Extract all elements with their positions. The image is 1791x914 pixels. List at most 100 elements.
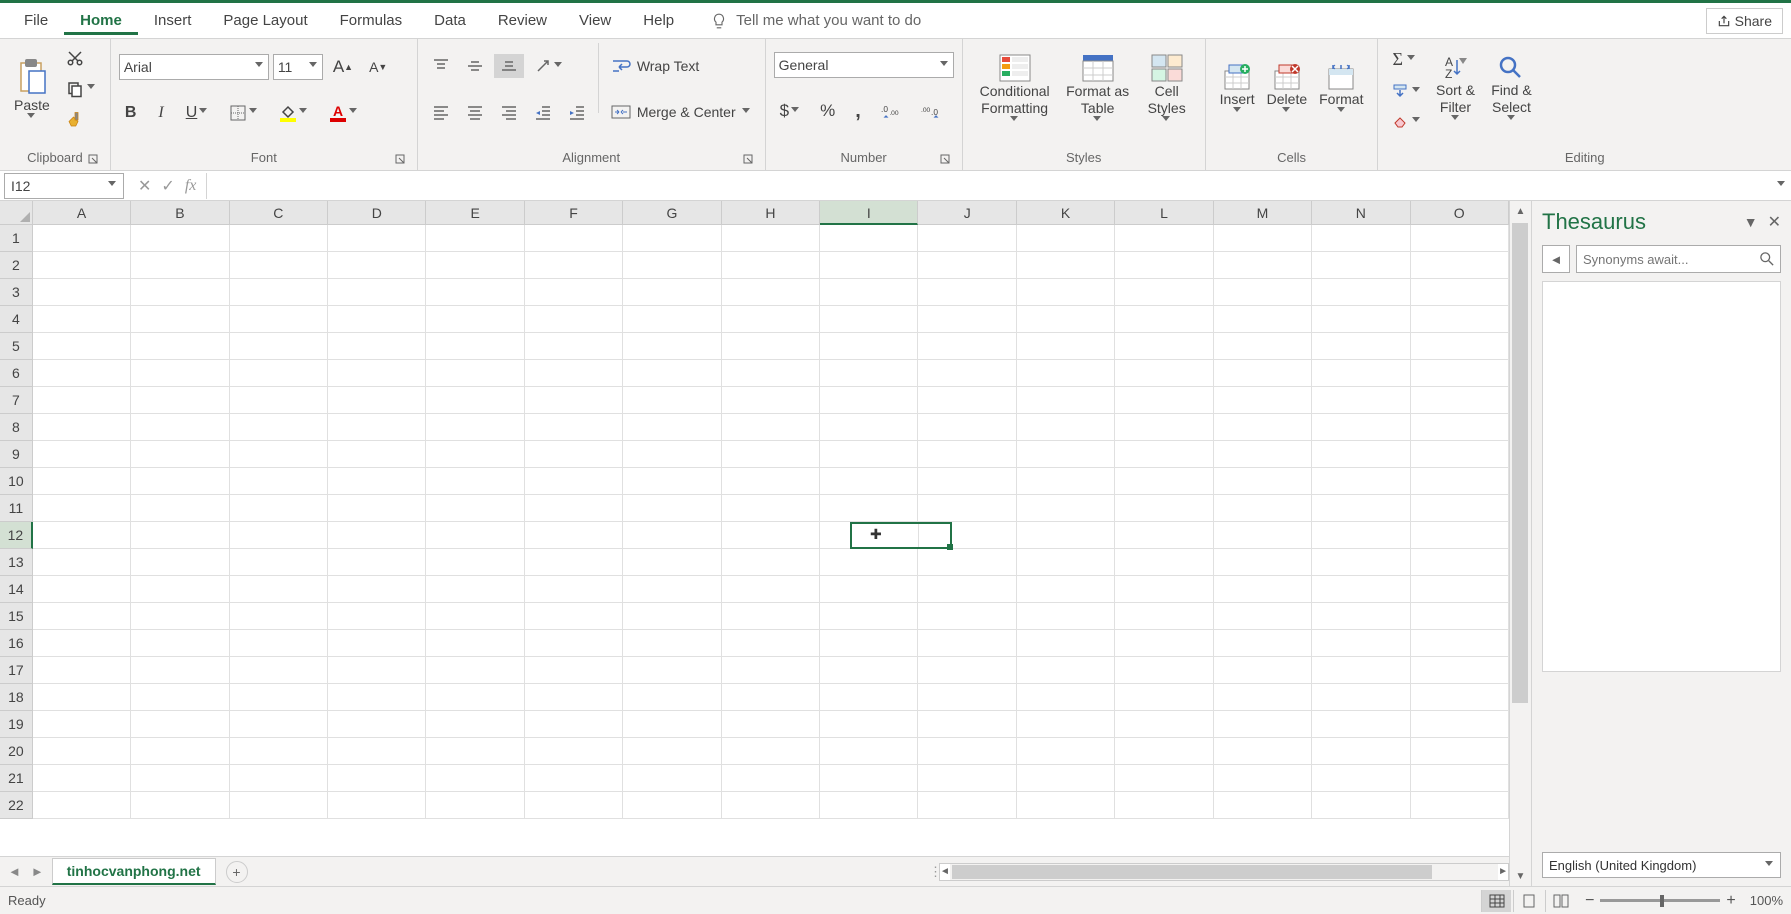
increase-font-button[interactable]: A▲ [327,54,359,80]
cell-N11[interactable] [1312,495,1410,522]
cell-A18[interactable] [33,684,131,711]
cell-E9[interactable] [426,441,524,468]
col-header-J[interactable]: J [918,201,1016,225]
menu-home[interactable]: Home [64,6,138,35]
cell-A8[interactable] [33,414,131,441]
cell-F7[interactable] [525,387,623,414]
sheet-tab[interactable]: tinhocvanphong.net [52,858,216,885]
cell-A19[interactable] [33,711,131,738]
cell-E21[interactable] [426,765,524,792]
cell-K13[interactable] [1017,549,1115,576]
cancel-formula-button[interactable]: ✕ [138,176,151,196]
cell-K14[interactable] [1017,576,1115,603]
cell-O17[interactable] [1411,657,1509,684]
cell-H15[interactable] [722,603,820,630]
cell-I14[interactable] [820,576,918,603]
row-header-11[interactable]: 11 [0,495,33,522]
cell-L19[interactable] [1115,711,1213,738]
cell-N1[interactable] [1312,225,1410,252]
cell-N21[interactable] [1312,765,1410,792]
cell-H13[interactable] [722,549,820,576]
menu-data[interactable]: Data [418,6,482,35]
cell-I17[interactable] [820,657,918,684]
row-header-2[interactable]: 2 [0,252,33,279]
cell-A21[interactable] [33,765,131,792]
cell-M15[interactable] [1214,603,1312,630]
cell-G22[interactable] [623,792,721,819]
align-center-button[interactable] [460,100,490,124]
cell-F13[interactable] [525,549,623,576]
cut-button[interactable] [60,46,102,70]
cell-E17[interactable] [426,657,524,684]
cell-D4[interactable] [328,306,426,333]
cell-N2[interactable] [1312,252,1410,279]
cell-B13[interactable] [131,549,229,576]
cell-H9[interactable] [722,441,820,468]
cell-M22[interactable] [1214,792,1312,819]
cell-L17[interactable] [1115,657,1213,684]
font-color-button[interactable]: A [324,101,364,125]
cell-L1[interactable] [1115,225,1213,252]
cell-C11[interactable] [230,495,328,522]
cell-G21[interactable] [623,765,721,792]
cell-D14[interactable] [328,576,426,603]
cell-K11[interactable] [1017,495,1115,522]
cell-N4[interactable] [1312,306,1410,333]
cell-L12[interactable] [1115,522,1213,549]
cell-A15[interactable] [33,603,131,630]
comma-button[interactable]: , [849,97,867,126]
cell-F20[interactable] [525,738,623,765]
cell-G9[interactable] [623,441,721,468]
cell-A3[interactable] [33,279,131,306]
cell-G3[interactable] [623,279,721,306]
col-header-L[interactable]: L [1115,201,1213,225]
cell-F12[interactable] [525,522,623,549]
cell-B9[interactable] [131,441,229,468]
cell-M2[interactable] [1214,252,1312,279]
cell-O9[interactable] [1411,441,1509,468]
cell-H17[interactable] [722,657,820,684]
tab-split-handle[interactable]: ⋮ [929,864,939,880]
cell-K5[interactable] [1017,333,1115,360]
align-right-button[interactable] [494,100,524,124]
cell-C22[interactable] [230,792,328,819]
cell-E15[interactable] [426,603,524,630]
scroll-right-button[interactable]: ► [1498,862,1508,882]
cell-C19[interactable] [230,711,328,738]
increase-indent-button[interactable] [562,100,592,124]
cell-I12[interactable] [820,522,918,549]
cell-N12[interactable] [1312,522,1410,549]
cell-N5[interactable] [1312,333,1410,360]
cell-O19[interactable] [1411,711,1509,738]
cell-I8[interactable] [820,414,918,441]
font-size-combo[interactable]: 11 [273,54,323,80]
cell-B1[interactable] [131,225,229,252]
cell-D11[interactable] [328,495,426,522]
cell-L7[interactable] [1115,387,1213,414]
cell-M18[interactable] [1214,684,1312,711]
cell-C3[interactable] [230,279,328,306]
cell-D22[interactable] [328,792,426,819]
cell-N9[interactable] [1312,441,1410,468]
cell-O13[interactable] [1411,549,1509,576]
cell-F2[interactable] [525,252,623,279]
cell-L21[interactable] [1115,765,1213,792]
cell-J5[interactable] [918,333,1016,360]
cell-K18[interactable] [1017,684,1115,711]
cell-K20[interactable] [1017,738,1115,765]
col-header-D[interactable]: D [328,201,426,225]
format-table-button[interactable]: Format as Table [1059,43,1137,135]
format-painter-button[interactable] [60,108,102,132]
cell-N13[interactable] [1312,549,1410,576]
cell-E5[interactable] [426,333,524,360]
cell-O14[interactable] [1411,576,1509,603]
cell-D12[interactable] [328,522,426,549]
cell-B12[interactable] [131,522,229,549]
col-header-N[interactable]: N [1312,201,1410,225]
menu-insert[interactable]: Insert [138,6,208,35]
cell-I11[interactable] [820,495,918,522]
thesaurus-search-input[interactable] [1583,252,1760,267]
cell-H14[interactable] [722,576,820,603]
cell-I13[interactable] [820,549,918,576]
cell-F9[interactable] [525,441,623,468]
